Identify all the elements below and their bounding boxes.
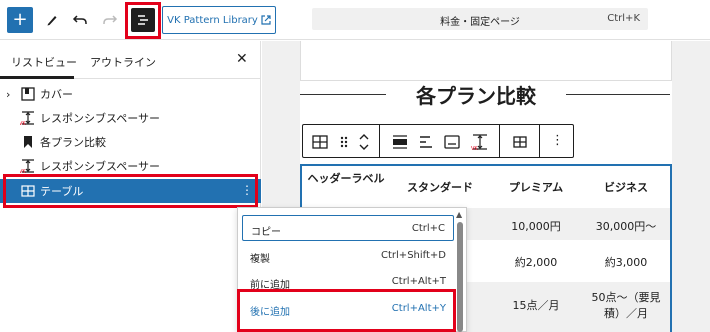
table-cell[interactable]: 約3,000	[582, 254, 670, 270]
caption-icon[interactable]	[443, 133, 461, 151]
active-tab-indicator	[0, 76, 74, 79]
external-link-icon	[261, 15, 271, 25]
vk-pattern-library-label: VK Pattern Library	[167, 14, 258, 26]
tab-list-view[interactable]: リストビュー	[11, 54, 77, 70]
editor-toolbar: + VK Pattern Library 料金・固定ページ Ctrl+K	[0, 0, 710, 40]
toolbar-divider	[499, 125, 500, 157]
pen-icon[interactable]	[40, 8, 64, 32]
section-heading[interactable]: 各プラン比較	[392, 80, 560, 109]
close-icon[interactable]: ✕	[236, 51, 248, 67]
undo-icon[interactable]	[68, 8, 92, 32]
header-cell[interactable]: ヘッダーラベル	[302, 171, 390, 187]
chevron-right-icon[interactable]: ›	[6, 88, 10, 101]
command-shortcut: Ctrl+K	[607, 13, 640, 24]
scroll-up-icon[interactable]: ▲	[456, 210, 462, 219]
drag-handle-icon[interactable]	[335, 133, 353, 151]
table-cell[interactable]: 15点／月	[490, 297, 582, 313]
menu-item-label: 複製	[250, 254, 270, 265]
align-left-icon[interactable]	[417, 133, 435, 151]
panel-tabs: リストビュー アウトライン ✕	[0, 41, 261, 79]
edit-table-icon[interactable]	[511, 133, 529, 151]
cover-block[interactable]	[300, 41, 672, 81]
list-item-spacer[interactable]: VK レスポンシブスペーサー	[0, 106, 261, 130]
bookmark-icon	[24, 136, 32, 148]
highlight-box-insert-after	[237, 289, 456, 332]
svg-text:VK: VK	[20, 121, 26, 126]
menu-item-shortcut: Ctrl+Alt+T	[391, 276, 446, 287]
header-cell[interactable]: スタンダード	[390, 179, 490, 195]
toolbar-divider	[379, 125, 380, 157]
table-cell[interactable]: 10,000円	[490, 218, 582, 234]
add-block-button[interactable]: +	[7, 7, 33, 33]
list-item-label: 各プラン比較	[40, 136, 106, 149]
table-cell[interactable]: 約2,000	[490, 254, 582, 270]
spacer-icon: VK	[20, 111, 34, 126]
svg-text:VK: VK	[471, 146, 478, 151]
table-icon[interactable]	[311, 133, 329, 151]
list-item-cover[interactable]: › カバー	[0, 82, 261, 106]
vk-spacer-icon[interactable]: VK	[471, 133, 489, 151]
list-item-heading[interactable]: 各プラン比較	[0, 130, 261, 154]
redo-icon[interactable]	[98, 8, 122, 32]
menu-item-label: コピー	[251, 227, 281, 238]
menu-item-duplicate[interactable]: 複製 Ctrl+Shift+D	[242, 243, 454, 269]
highlight-box-list-view	[125, 2, 161, 39]
tab-outline[interactable]: アウトライン	[90, 54, 156, 70]
menu-item-copy[interactable]: コピー Ctrl+C	[242, 215, 454, 241]
table-cell[interactable]: 50点〜（要見積）／月	[584, 290, 668, 322]
highlight-box-table-item	[3, 174, 258, 208]
more-options-icon[interactable]: ⋮	[551, 133, 564, 148]
command-palette-bar[interactable]: 料金・固定ページ Ctrl+K	[312, 8, 648, 30]
header-cell[interactable]: ビジネス	[582, 179, 670, 195]
list-item-label: レスポンシブスペーサー	[40, 112, 161, 125]
vk-pattern-library-button[interactable]: VK Pattern Library	[162, 6, 276, 34]
table-cell[interactable]: 30,000円〜	[582, 218, 670, 234]
table-header-row: ヘッダーラベル スタンダード プレミアム ビジネス	[302, 166, 670, 208]
block-toolbar: VK ⋮	[302, 124, 574, 158]
menu-scrollbar[interactable]: ▲	[456, 210, 464, 332]
header-cell[interactable]: プレミアム	[490, 179, 582, 195]
menu-item-shortcut: Ctrl+Shift+D	[381, 250, 446, 261]
heading-line-left	[300, 94, 386, 95]
list-item-label: レスポンシブスペーサー	[40, 160, 161, 173]
document-title: 料金・固定ページ	[440, 17, 520, 28]
align-full-icon[interactable]	[391, 133, 409, 151]
toolbar-divider	[539, 125, 540, 157]
menu-item-shortcut: Ctrl+C	[411, 223, 445, 234]
cover-icon	[21, 87, 35, 101]
heading-line-right	[566, 94, 670, 95]
spacer-icon: VK	[20, 159, 34, 174]
scrollbar-thumb[interactable]	[457, 222, 463, 332]
move-up-down-icon[interactable]	[355, 133, 373, 151]
list-item-label: カバー	[40, 88, 73, 101]
